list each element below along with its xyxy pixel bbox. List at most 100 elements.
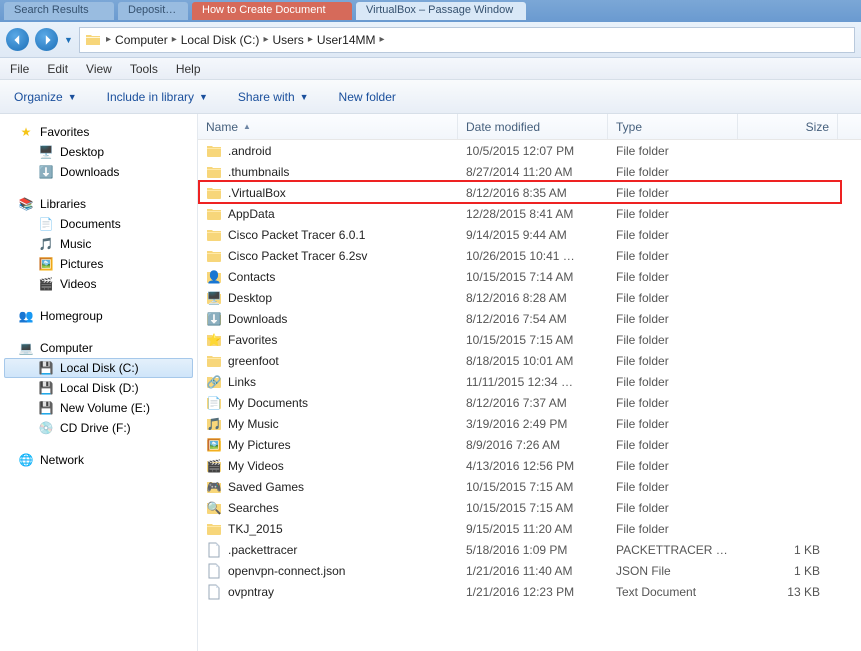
menu-file[interactable]: File — [10, 62, 29, 76]
nav-desktop[interactable]: 🖥️Desktop — [0, 142, 197, 162]
menu-view[interactable]: View — [86, 62, 112, 76]
svg-text:⬇️: ⬇️ — [207, 312, 222, 326]
crumb-users[interactable]: Users — [272, 33, 303, 47]
file-row[interactable]: 👤Contacts10/15/2015 7:14 AMFile folder — [198, 266, 861, 287]
col-type[interactable]: Type — [608, 114, 738, 139]
file-row[interactable]: Cisco Packet Tracer 6.2sv10/26/2015 10:4… — [198, 245, 861, 266]
file-row[interactable]: TKJ_20159/15/2015 11:20 AMFile folder — [198, 518, 861, 539]
crumb-computer[interactable]: Computer — [115, 33, 168, 47]
file-date: 1/21/2016 11:40 AM — [458, 564, 608, 578]
music-icon: 🎵 — [38, 236, 54, 252]
file-date: 12/28/2015 8:41 AM — [458, 207, 608, 221]
col-date[interactable]: Date modified — [458, 114, 608, 139]
svg-text:🎬: 🎬 — [207, 459, 222, 473]
file-type: File folder — [608, 501, 738, 515]
file-date: 8/9/2016 7:26 AM — [458, 438, 608, 452]
crumb-localdisk-c[interactable]: Local Disk (C:) — [181, 33, 260, 47]
navigation-pane[interactable]: ★Favorites 🖥️Desktop ⬇️Downloads 📚Librar… — [0, 114, 198, 651]
desktop-icon: 🖥️ — [38, 144, 54, 160]
file-row[interactable]: ovpntray1/21/2016 12:23 PMText Document1… — [198, 581, 861, 602]
os-tab[interactable]: VirtualBox – Passage Window — [356, 2, 526, 20]
include-in-library-button[interactable]: Include in library▼ — [107, 90, 208, 104]
file-row[interactable]: openvpn-connect.json 1/21/2016 11:40 AMJS… — [198, 560, 861, 581]
file-row[interactable]: 🎬My Videos4/13/2016 12:56 PMFile folder — [198, 455, 861, 476]
file-row[interactable]: .VirtualBox8/12/2016 8:35 AMFile folder — [198, 182, 861, 203]
svg-text:🔍: 🔍 — [207, 500, 222, 515]
file-row[interactable]: 🎵My Music3/19/2016 2:49 PMFile folder — [198, 413, 861, 434]
file-date: 8/18/2015 10:01 AM — [458, 354, 608, 368]
file-name: .VirtualBox — [228, 186, 286, 200]
file-row[interactable]: ⭐Favorites10/15/2015 7:15 AMFile folder — [198, 329, 861, 350]
file-name: TKJ_2015 — [228, 522, 283, 536]
file-row[interactable]: ⬇️Downloads8/12/2016 7:54 AMFile folder — [198, 308, 861, 329]
nav-pictures[interactable]: 🖼️Pictures — [0, 254, 197, 274]
back-button[interactable] — [6, 28, 29, 51]
nav-local-disk-d[interactable]: 💾Local Disk (D:) — [0, 378, 197, 398]
file-row[interactable]: .thumbnails8/27/2014 11:20 AMFile folder — [198, 161, 861, 182]
downloads-icon: ⬇️ — [38, 164, 54, 180]
documents-icon: 📄 — [38, 216, 54, 232]
file-type: File folder — [608, 417, 738, 431]
nav-network[interactable]: 🌐Network — [0, 450, 197, 470]
breadcrumb[interactable]: ▸ Computer▸ Local Disk (C:)▸ Users▸ User… — [79, 27, 855, 53]
file-date: 8/12/2016 8:28 AM — [458, 291, 608, 305]
nav-new-volume-e[interactable]: 💾New Volume (E:) — [0, 398, 197, 418]
file-row[interactable]: AppData12/28/2015 8:41 AMFile folder — [198, 203, 861, 224]
file-name: greenfoot — [228, 354, 279, 368]
organize-button[interactable]: Organize▼ — [14, 90, 77, 104]
file-type: File folder — [608, 438, 738, 452]
file-date: 10/26/2015 10:41 … — [458, 249, 608, 263]
nav-music[interactable]: 🎵Music — [0, 234, 197, 254]
file-type: File folder — [608, 312, 738, 326]
file-row[interactable]: 📄My Documents8/12/2016 7:37 AMFile folde… — [198, 392, 861, 413]
file-row[interactable]: .packettracer5/18/2016 1:09 PMPACKETTRAC… — [198, 539, 861, 560]
file-row[interactable]: greenfoot8/18/2015 10:01 AMFile folder — [198, 350, 861, 371]
file-date: 10/15/2015 7:15 AM — [458, 501, 608, 515]
file-type: File folder — [608, 228, 738, 242]
file-row[interactable]: .android10/5/2015 12:07 PMFile folder — [198, 140, 861, 161]
file-date: 4/13/2016 12:56 PM — [458, 459, 608, 473]
nav-libraries[interactable]: 📚Libraries — [0, 194, 197, 214]
history-dropdown-icon[interactable]: ▼ — [64, 35, 73, 45]
os-tab[interactable]: How to Create Document — [192, 2, 352, 20]
menu-help[interactable]: Help — [176, 62, 201, 76]
nav-downloads[interactable]: ⬇️Downloads — [0, 162, 197, 182]
file-type: File folder — [608, 165, 738, 179]
file-type: JSON File — [608, 564, 738, 578]
forward-button[interactable] — [35, 28, 58, 51]
nav-local-disk-c[interactable]: 💾Local Disk (C:) — [4, 358, 193, 378]
file-row[interactable]: 🎮Saved Games10/15/2015 7:15 AMFile folde… — [198, 476, 861, 497]
nav-documents[interactable]: 📄Documents — [0, 214, 197, 234]
file-name: Saved Games — [228, 480, 304, 494]
nav-computer[interactable]: 💻Computer — [0, 338, 197, 358]
file-name: .android — [228, 144, 271, 158]
nav-cd-drive-f[interactable]: 💿CD Drive (F:) — [0, 418, 197, 438]
nav-homegroup[interactable]: 👥Homegroup — [0, 306, 197, 326]
file-name: ovpntray — [228, 585, 274, 599]
new-folder-button[interactable]: New folder — [339, 90, 396, 104]
file-date: 10/15/2015 7:15 AM — [458, 333, 608, 347]
file-name: Desktop — [228, 291, 272, 305]
file-date: 10/15/2015 7:14 AM — [458, 270, 608, 284]
menu-edit[interactable]: Edit — [47, 62, 68, 76]
crumb-user14mm[interactable]: User14MM — [317, 33, 376, 47]
nav-videos[interactable]: 🎬Videos — [0, 274, 197, 294]
file-row[interactable]: 🔍Searches10/15/2015 7:15 AMFile folder — [198, 497, 861, 518]
share-with-button[interactable]: Share with▼ — [238, 90, 309, 104]
file-type: File folder — [608, 459, 738, 473]
file-type: File folder — [608, 522, 738, 536]
file-row[interactable]: Cisco Packet Tracer 6.0.19/14/2015 9:44 … — [198, 224, 861, 245]
col-size[interactable]: Size — [738, 114, 838, 139]
file-name: openvpn-connect.json — [228, 564, 345, 578]
drive-icon: 💾 — [38, 360, 54, 376]
os-tab[interactable]: Search Results — [4, 2, 114, 20]
os-tab[interactable]: Deposit … — [118, 2, 188, 20]
menu-tools[interactable]: Tools — [130, 62, 158, 76]
col-name[interactable]: Name▲ — [198, 114, 458, 139]
nav-favorites[interactable]: ★Favorites — [0, 122, 197, 142]
file-date: 8/12/2016 7:37 AM — [458, 396, 608, 410]
file-row[interactable]: 🖼️My Pictures8/9/2016 7:26 AMFile folder — [198, 434, 861, 455]
file-row[interactable]: 🔗Links11/11/2015 12:34 …File folder — [198, 371, 861, 392]
file-row[interactable]: 🖥️Desktop8/12/2016 8:28 AMFile folder — [198, 287, 861, 308]
file-list[interactable]: .android10/5/2015 12:07 PMFile folder.th… — [198, 140, 861, 602]
